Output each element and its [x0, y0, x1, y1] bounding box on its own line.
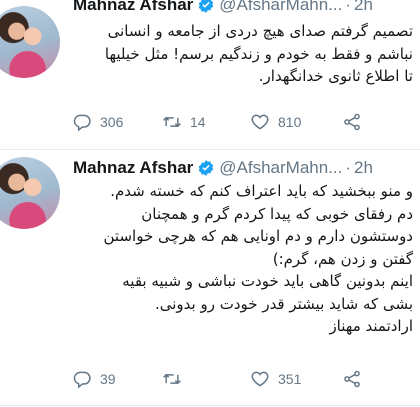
- tweet-text: تصمیم گرفتم صدای هیچ دردی از جامعه و انس…: [70, 20, 413, 88]
- reply-icon: [73, 114, 91, 132]
- like-button[interactable]: 351: [250, 369, 301, 389]
- tweet-text-line: بشی که شاید بیشتر قدر خودت رو بدونی.: [154, 294, 413, 313]
- like-count: 810: [278, 114, 302, 130]
- tweet-text: و منو ببخشید که باید اعتراف کنم که خسته …: [66, 180, 413, 338]
- reply-button[interactable]: 306: [72, 112, 123, 132]
- avatar[interactable]: [0, 6, 60, 78]
- reply-icon: [73, 371, 91, 389]
- like-button[interactable]: 810: [250, 112, 301, 132]
- tweet-divider: [0, 405, 420, 406]
- author-name[interactable]: Mahnaz Afshar: [73, 158, 193, 178]
- retweet-icon: [163, 373, 181, 385]
- tweet-text-line: نباشم و فقط به خودم و زندگیم برسم! مثل خ…: [104, 44, 413, 63]
- timestamp[interactable]: 2h: [354, 0, 373, 15]
- author-name[interactable]: Mahnaz Afshar: [73, 0, 193, 15]
- timestamp[interactable]: 2h: [354, 158, 373, 178]
- tweet-actions: 39 351: [72, 368, 372, 390]
- reply-count: 306: [100, 114, 124, 130]
- tweet-text-line: اینم بدونین گاهی باید خودت نباشی و شبیه …: [122, 272, 413, 290]
- tweet[interactable]: Mahnaz Afshar @AfsharMahn... · 2h و منو …: [0, 149, 420, 407]
- verified-badge-icon: [199, 160, 214, 176]
- tweet-text-line: تا اطلاع ثانوی خدانگهدار.: [258, 67, 413, 85]
- heart-icon: [251, 371, 269, 387]
- tweet-header: Mahnaz Afshar @AfsharMahn... · 2h: [73, 157, 373, 179]
- share-button[interactable]: [342, 112, 370, 132]
- tweet-text-line: و منو ببخشید که باید اعتراف کنم که خسته …: [110, 182, 413, 200]
- separator-dot: ·: [345, 0, 352, 14]
- like-count: 351: [278, 371, 302, 387]
- share-icon: [344, 113, 360, 131]
- avatar[interactable]: [0, 157, 60, 229]
- tweet-text-line: ارادتمند مهناز: [329, 317, 413, 335]
- retweet-count: 14: [190, 114, 206, 130]
- share-icon: [344, 370, 360, 388]
- tweet-actions: 306 14 810: [72, 111, 372, 133]
- share-button[interactable]: [342, 369, 370, 389]
- verified-badge-icon: [199, 0, 214, 13]
- tweet-text-line: تصمیم گرفتم صدای هیچ دردی از جامعه و انس…: [107, 22, 413, 40]
- retweet-button[interactable]: 14: [162, 112, 206, 132]
- author-handle[interactable]: @AfsharMahn...: [219, 158, 342, 178]
- tweet-text-line: گفتن و زدن هم، گرم:): [272, 249, 413, 268]
- tweet-header: Mahnaz Afshar @AfsharMahn... · 2h: [73, 0, 373, 16]
- retweet-button[interactable]: [162, 369, 190, 389]
- heart-icon: [251, 114, 269, 130]
- author-handle[interactable]: @AfsharMahn...: [219, 0, 342, 15]
- tweet[interactable]: Mahnaz Afshar @AfsharMahn... · 2h تصمیم …: [0, 0, 420, 149]
- separator-dot: ·: [345, 158, 352, 177]
- reply-button[interactable]: 39: [72, 369, 116, 389]
- reply-count: 39: [100, 371, 116, 387]
- tweet-text-line: دوستشون دارم و دم اونایی هم که هرچی خواس…: [103, 227, 413, 245]
- tweet-text-line: دم رفقای خوبی که پیدا کردم گرم و همچنان: [141, 204, 413, 223]
- retweet-icon: [163, 116, 181, 128]
